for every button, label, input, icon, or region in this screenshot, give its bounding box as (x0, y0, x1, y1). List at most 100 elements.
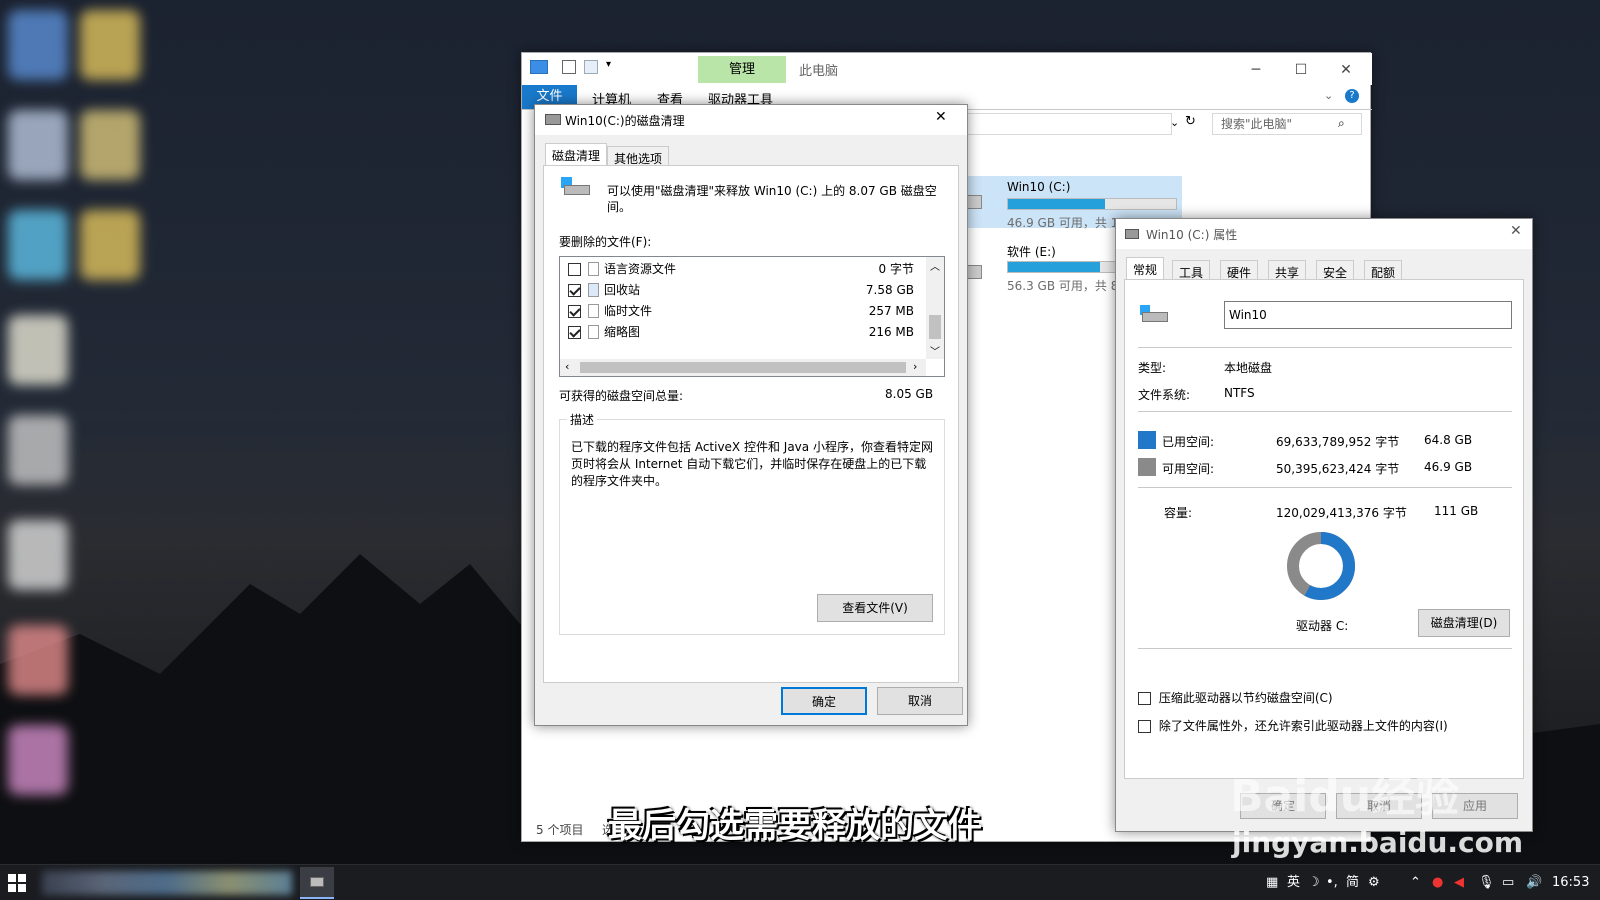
chevron-down-icon[interactable]: ▾ (606, 59, 611, 70)
list-item[interactable]: 语言资源文件 0 字节 (564, 259, 914, 279)
scroll-thumb[interactable] (929, 315, 941, 339)
clock[interactable]: 16:53 (1552, 865, 1589, 900)
compress-checkbox-row[interactable]: 压缩此驱动器以节约磁盘空间(C) (1138, 689, 1518, 706)
used-space-swatch (1138, 431, 1156, 449)
dialog-title: Win10 (C:) 属性 (1146, 228, 1238, 242)
window-title: 此电脑 (799, 64, 839, 79)
ok-button[interactable]: 确定 (781, 687, 867, 715)
chevron-down-icon[interactable]: ﹀ (930, 343, 940, 358)
chevron-up-icon[interactable]: ⌃ (1410, 865, 1421, 900)
network-icon[interactable]: ▭ (1502, 865, 1514, 900)
desktop-icon[interactable] (8, 10, 68, 80)
volume-icon[interactable]: 🔊 (1526, 865, 1542, 900)
computer-icon (530, 60, 548, 74)
list-item[interactable]: 回收站 7.58 GB (564, 280, 914, 300)
file-icon (588, 262, 599, 276)
chevron-left-icon[interactable]: ‹ (565, 360, 569, 373)
gear-icon[interactable]: ⚙ (1368, 865, 1380, 900)
chevron-right-icon[interactable]: › (913, 360, 917, 373)
desktop-icon[interactable] (8, 210, 68, 280)
moon-icon[interactable]: ☽ (1308, 865, 1320, 900)
ime-mode[interactable]: 英 (1287, 865, 1300, 900)
file-checkbox[interactable] (568, 305, 581, 318)
desktop-icon[interactable] (8, 725, 68, 795)
desktop-icon[interactable] (80, 10, 140, 80)
search-icon[interactable]: ⌕ (1338, 116, 1345, 131)
help-icon[interactable]: ? (1345, 89, 1359, 103)
punctuation-icon[interactable]: •, (1326, 865, 1338, 900)
file-size: 257 MB (868, 304, 914, 318)
baidu-logo: Baidu经验 (1230, 771, 1460, 822)
index-checkbox-row[interactable]: 除了文件属性外，还允许索引此驱动器上文件的内容(I) (1138, 717, 1518, 734)
disk-cleanup-button[interactable]: 磁盘清理(D) (1418, 609, 1510, 637)
list-item[interactable]: 缩略图 216 MB (564, 322, 914, 342)
maximize-button[interactable]: ☐ (1287, 59, 1315, 81)
chevron-up-icon[interactable]: ︿ (930, 258, 940, 273)
capacity-bytes: 120,029,413,376 字节 (1276, 506, 1407, 520)
chevron-down-icon[interactable]: ⌄ (1170, 116, 1179, 129)
microphone-icon[interactable]: 🎙 (1478, 865, 1495, 900)
chevron-down-icon[interactable]: ⌄ (1324, 89, 1333, 102)
index-checkbox[interactable] (1138, 720, 1151, 733)
used-space-gb: 64.8 GB (1424, 433, 1473, 447)
file-size: 216 MB (868, 325, 914, 339)
horizontal-scrollbar[interactable]: ‹ › (560, 359, 926, 376)
filesystem-label: 文件系统: (1138, 388, 1191, 402)
free-space-label: 可用空间: (1162, 462, 1215, 476)
vertical-scrollbar[interactable]: ︿ ﹀ (926, 257, 944, 359)
file-checkbox[interactable] (568, 326, 581, 339)
desktop-icon[interactable] (8, 520, 68, 590)
ime-script[interactable]: 简 (1346, 865, 1359, 900)
file-icon (588, 325, 599, 339)
keyboard-icon[interactable]: ▦ (1266, 865, 1278, 900)
drive-properties-dialog: Win10 (C:) 属性 ✕ 常规 工具 硬件 共享 安全 配额 Win10 … (1115, 218, 1533, 832)
drive-free-text: 46.9 GB 可用，共 1 (1007, 216, 1119, 230)
free-space-swatch (1138, 458, 1156, 476)
file-name: 回收站 (604, 283, 641, 297)
drive-name[interactable]: 软件 (E:) (1007, 243, 1056, 260)
free-space-bytes: 50,395,623,424 字节 (1276, 462, 1400, 476)
taskbar-apps[interactable] (42, 871, 292, 895)
desktop-icon[interactable] (8, 625, 68, 695)
drive-usage-bar (1007, 198, 1177, 210)
view-files-button[interactable]: 查看文件(V) (817, 594, 933, 622)
disk-cleanup-dialog: Win10(C:)的磁盘清理 ✕ 磁盘清理 其他选项 可以使用"磁盘清理"来释放… (534, 104, 968, 726)
disk-cleanup-icon (545, 114, 561, 125)
compress-checkbox[interactable] (1138, 692, 1151, 705)
baidu-url: jingyan.baidu.com (1232, 826, 1524, 859)
refresh-icon[interactable]: ↻ (1185, 114, 1196, 129)
close-button[interactable]: ✕ (1332, 59, 1360, 81)
desktop-icon[interactable] (80, 110, 140, 180)
usage-donut-chart (1287, 532, 1355, 600)
file-size: 0 字节 (878, 262, 914, 276)
file-name: 语言资源文件 (604, 262, 677, 276)
windows-logo-icon (8, 874, 26, 892)
start-button[interactable] (8, 874, 26, 892)
used-space-bytes: 69,633,789,952 字节 (1276, 435, 1400, 449)
tab-disk-cleanup[interactable]: 磁盘清理 (545, 143, 608, 167)
desktop-icon[interactable] (80, 210, 140, 280)
address-bar[interactable] (952, 113, 1172, 135)
volume-name-input[interactable]: Win10 (1224, 301, 1512, 329)
taskbar-disk-cleanup[interactable] (300, 867, 334, 899)
flag-icon[interactable]: ◀ (1454, 865, 1464, 900)
minimize-button[interactable]: ─ (1242, 59, 1270, 81)
file-checkbox[interactable] (568, 263, 581, 276)
desktop-icon[interactable] (8, 415, 68, 485)
windows-drive-icon (561, 177, 591, 197)
manage-tab[interactable]: 管理 (698, 56, 786, 83)
compress-label: 压缩此驱动器以节约磁盘空间(C) (1158, 691, 1333, 705)
close-button[interactable]: ✕ (1510, 223, 1522, 239)
new-folder-icon[interactable] (584, 60, 598, 74)
scroll-thumb[interactable] (580, 362, 906, 373)
tab-general[interactable]: 常规 (1126, 257, 1165, 281)
capacity-gb: 111 GB (1434, 504, 1479, 518)
qq-icon[interactable]: ● (1432, 865, 1443, 900)
properties-icon[interactable] (562, 60, 576, 74)
desktop-icon[interactable] (8, 110, 68, 180)
list-item[interactable]: 临时文件 257 MB (564, 301, 914, 321)
cancel-button[interactable]: 取消 (877, 687, 963, 715)
desktop-icon[interactable] (8, 315, 68, 385)
file-checkbox[interactable] (568, 284, 581, 297)
close-button[interactable]: ✕ (935, 109, 947, 125)
